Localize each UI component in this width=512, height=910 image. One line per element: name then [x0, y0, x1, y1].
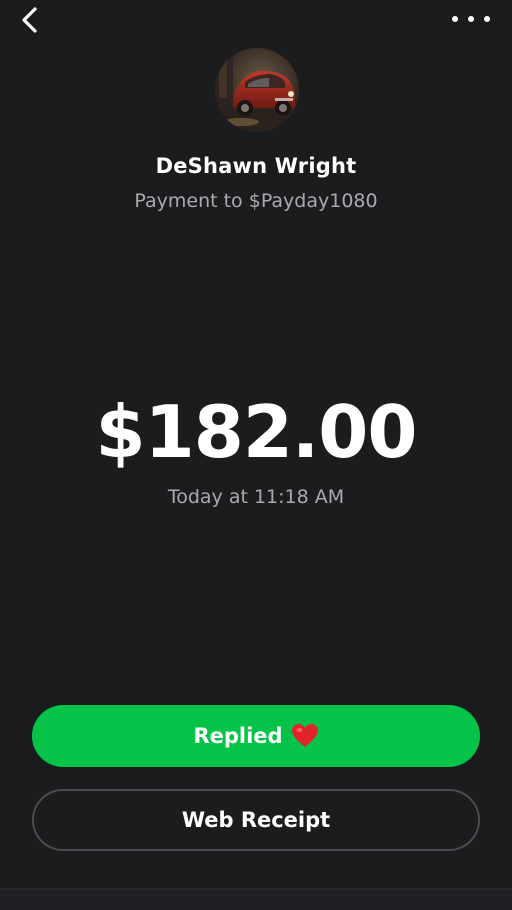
- payment-recipient-subtitle: Payment to $Payday1080: [134, 190, 378, 212]
- heart-icon: [291, 724, 318, 747]
- chevron-left-icon: [22, 7, 37, 33]
- contact-name: DeShawn Wright: [155, 154, 357, 178]
- web-receipt-button[interactable]: Web Receipt: [32, 789, 480, 851]
- avatar[interactable]: [215, 48, 299, 132]
- payment-timestamp: Today at 11:18 AM: [167, 486, 345, 508]
- back-button[interactable]: [14, 4, 48, 38]
- more-horizontal-icon-dot: [468, 16, 474, 22]
- web-receipt-button-label: Web Receipt: [181, 808, 331, 832]
- payment-detail-screen: DeShawn Wright Payment to $Payday1080 $1…: [0, 0, 512, 910]
- more-options-button[interactable]: [452, 8, 490, 30]
- bottom-bar: [0, 890, 512, 910]
- replied-button-label: Replied: [193, 724, 283, 748]
- payment-amount: $182.00: [95, 390, 418, 474]
- car-photo-avatar: [215, 48, 299, 132]
- more-horizontal-icon: [452, 16, 458, 22]
- more-horizontal-icon-dot: [484, 16, 490, 22]
- replied-button[interactable]: Replied: [32, 705, 480, 767]
